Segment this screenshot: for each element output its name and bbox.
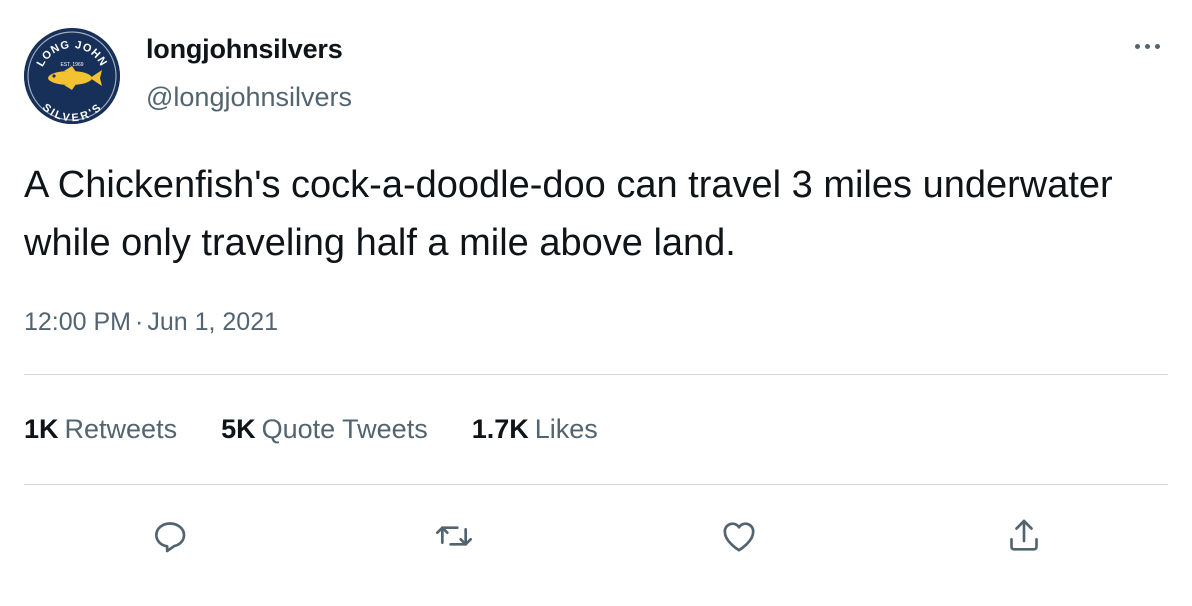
meta-separator: · [135, 308, 144, 336]
quote-tweets-stat[interactable]: 5K Quote Tweets [221, 414, 428, 445]
reply-button[interactable] [146, 512, 194, 560]
long-john-silvers-logo-icon: LONG JOHN SILVER'S EST. 1969 [24, 28, 120, 124]
display-name[interactable]: longjohnsilvers [146, 34, 343, 65]
tweet-date[interactable]: Jun 1, 2021 [147, 308, 278, 336]
retweets-count: 1K [24, 414, 59, 444]
likes-count: 1.7K [471, 414, 529, 444]
tweet-text: A Chickenfish's cock-a-doodle-doo can tr… [24, 164, 1113, 264]
divider [24, 374, 1168, 375]
retweet-icon [436, 526, 472, 546]
engagement-stats: 1K Retweets 5K Quote Tweets 1.7K Likes [24, 414, 642, 445]
quote-tweets-label: Quote Tweets [261, 414, 428, 444]
share-button[interactable] [1000, 512, 1048, 560]
handle[interactable]: @longjohnsilvers [146, 82, 352, 113]
retweets-stat[interactable]: 1K Retweets [24, 414, 177, 445]
retweet-button[interactable] [430, 512, 478, 560]
share-icon [1010, 519, 1038, 551]
tweet-timestamp[interactable]: 12:00 PM · Jun 1, 2021 [24, 308, 278, 337]
more-options-icon[interactable] [1126, 28, 1168, 64]
like-button[interactable] [715, 512, 763, 560]
retweets-label: Retweets [64, 414, 178, 444]
likes-stat[interactable]: 1.7K Likes [472, 414, 598, 445]
quote-tweets-count: 5K [221, 414, 256, 444]
tweet-time[interactable]: 12:00 PM [24, 308, 131, 336]
avatar[interactable]: LONG JOHN SILVER'S EST. 1969 [24, 28, 120, 124]
likes-label: Likes [534, 414, 598, 444]
reply-icon [155, 522, 186, 553]
divider [24, 484, 1168, 485]
like-icon [723, 522, 755, 552]
